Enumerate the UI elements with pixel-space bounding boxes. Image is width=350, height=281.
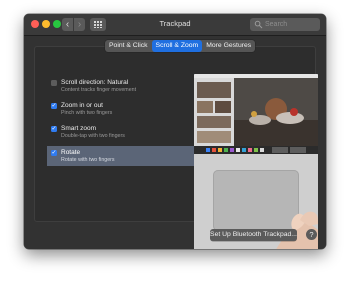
scroll-direction-checkbox[interactable]: ✓ xyxy=(51,80,57,86)
option-title: Smart zoom xyxy=(61,125,97,132)
tab-scroll-and-zoom[interactable]: Scroll & Zoom xyxy=(151,40,203,52)
trackpad-window: ‹ › Trackpad Search Point & Click Scroll… xyxy=(24,14,326,249)
gesture-preview-video xyxy=(194,74,318,249)
option-title: Rotate xyxy=(61,149,81,156)
option-rotate[interactable]: ✓ Rotate Rotate with two fingers xyxy=(47,146,218,166)
search-field[interactable]: Search xyxy=(250,18,320,31)
option-smart-zoom[interactable]: ✓ Smart zoom Double-tap with two fingers xyxy=(51,125,191,145)
search-placeholder: Search xyxy=(265,21,288,28)
tab-bar: Point & Click Scroll & Zoom More Gesture… xyxy=(105,40,256,52)
title-bar: ‹ › Trackpad Search xyxy=(24,14,326,36)
question-mark-icon: ? xyxy=(309,230,314,239)
settings-pane: ✓ Scroll direction: Natural Content trac… xyxy=(34,46,318,249)
option-description: Content tracks finger movement xyxy=(61,87,137,93)
option-description: Pinch with two fingers xyxy=(61,110,113,116)
option-zoom-in-or-out[interactable]: ✓ Zoom in or out Pinch with two fingers xyxy=(51,102,191,122)
set-up-bluetooth-trackpad-button[interactable]: Set Up Bluetooth Trackpad... xyxy=(210,229,297,241)
option-title: Zoom in or out xyxy=(61,102,103,109)
option-scroll-direction[interactable]: ✓ Scroll direction: Natural Content trac… xyxy=(51,79,191,99)
option-title: Scroll direction: Natural xyxy=(61,79,129,86)
tab-more-gestures[interactable]: More Gestures xyxy=(202,40,255,52)
help-button[interactable]: ? xyxy=(306,229,317,240)
hand-illustration xyxy=(276,211,318,249)
option-description: Rotate with two fingers xyxy=(61,157,115,163)
tab-point-and-click[interactable]: Point & Click xyxy=(105,40,152,52)
smart-zoom-checkbox[interactable]: ✓ xyxy=(51,126,57,132)
search-icon xyxy=(254,20,263,29)
option-description: Double-tap with two fingers xyxy=(61,133,125,139)
zoom-checkbox[interactable]: ✓ xyxy=(51,103,57,109)
rotate-checkbox[interactable]: ✓ xyxy=(51,150,57,156)
